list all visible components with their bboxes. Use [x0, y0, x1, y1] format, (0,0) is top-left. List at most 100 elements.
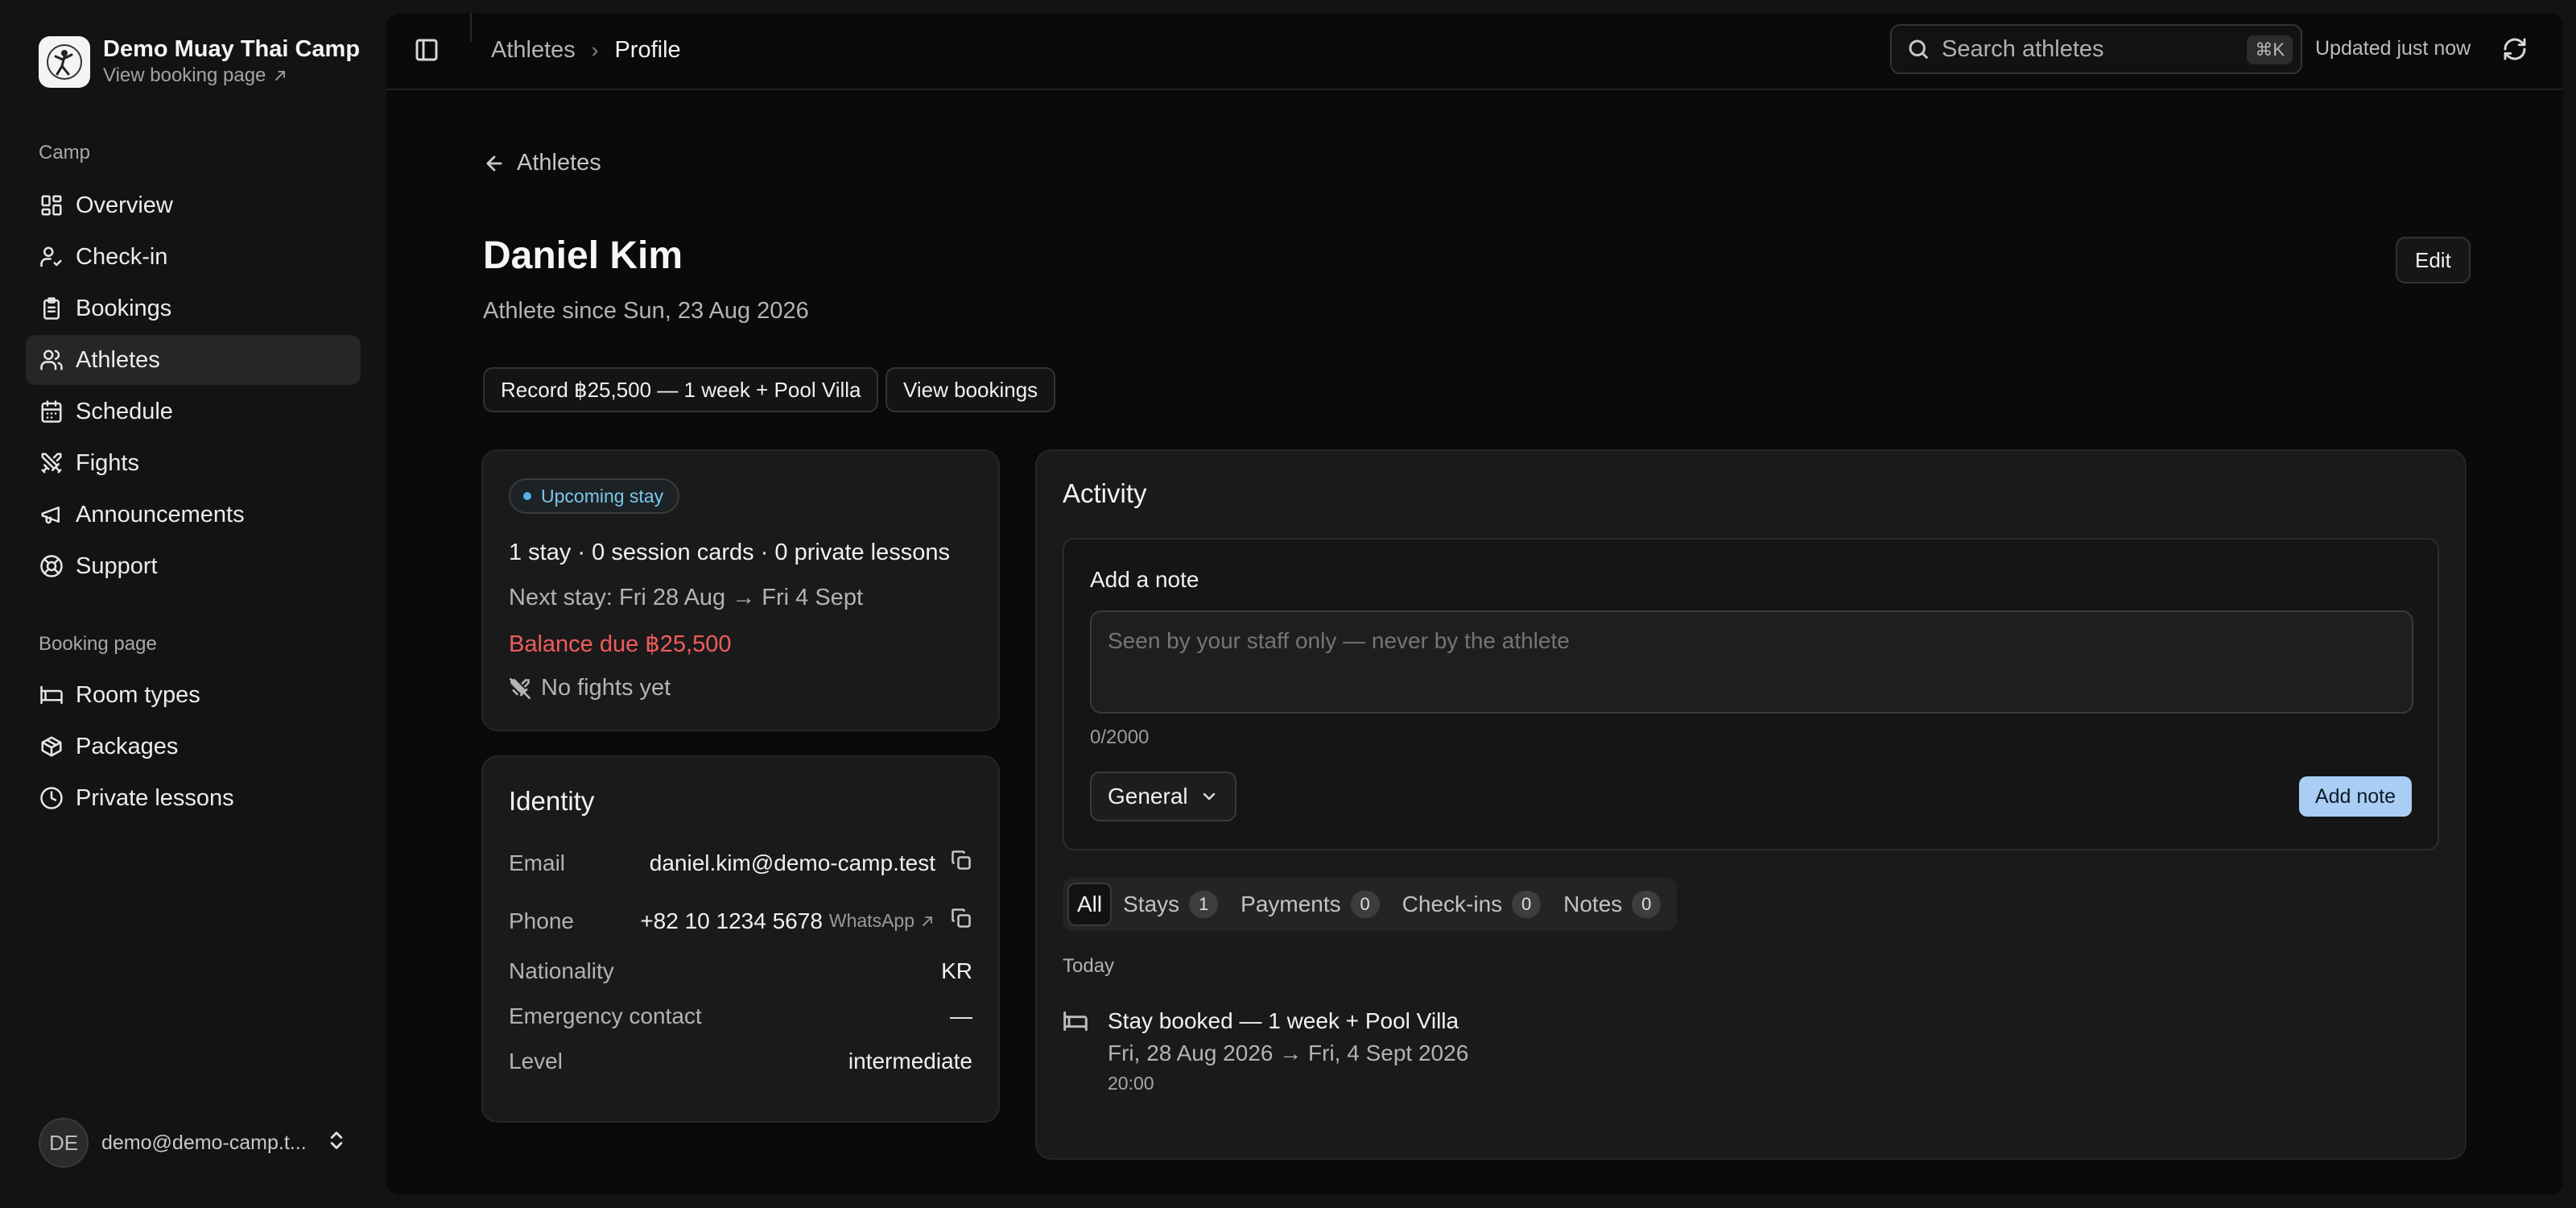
tab-notes[interactable]: Notes 0 [1552, 883, 1672, 926]
view-booking-page-link[interactable]: View booking page [103, 63, 360, 89]
section-label-booking-page: Booking page [39, 633, 157, 655]
bed-icon [1063, 1007, 1108, 1095]
activity-item: Stay booked — 1 week + Pool Villa Fri, 2… [1063, 1007, 1468, 1095]
summary-counts: 1 stay · 0 session cards · 0 private les… [509, 540, 951, 565]
status-dot [523, 492, 531, 500]
camp-name: Demo Muay Thai Camp [103, 36, 361, 62]
search-placeholder: Search athletes [1942, 35, 2104, 62]
day-label: Today [1063, 955, 1115, 977]
sidebar-item-check-in[interactable]: Check-in [26, 232, 361, 282]
fights-summary: No fights yet [509, 675, 671, 701]
note-textarea[interactable] [1090, 610, 2413, 714]
nationality-row: Nationality KR [509, 958, 972, 984]
divider [470, 13, 472, 42]
tab-payments[interactable]: Payments 0 [1229, 883, 1391, 926]
add-note-form: Add a note 0/2000 General Add note [1063, 538, 2439, 850]
copy-email-button[interactable] [950, 849, 972, 877]
sidebar-item-label: Room types [76, 681, 200, 708]
copy-icon [952, 908, 971, 928]
sidebar-item-label: Packages [76, 733, 179, 759]
sidebar-item-room-types[interactable]: Room types [26, 670, 361, 720]
balance-due: Balance due ฿25,500 [509, 631, 732, 657]
package-icon [39, 734, 64, 759]
activity-item-time: 20:00 [1108, 1073, 1154, 1094]
tab-check-ins[interactable]: Check-ins 0 [1391, 883, 1552, 926]
status-badge-label: Upcoming stay [541, 485, 664, 507]
breadcrumb-current: Profile [614, 37, 681, 63]
users-icon [39, 347, 64, 373]
external-link-icon [923, 916, 932, 926]
sidebar-item-label: Announcements [76, 501, 245, 527]
back-link-label: Athletes [517, 150, 601, 176]
sidebar-item-fights[interactable]: Fights [26, 438, 361, 488]
add-note-title: Add a note [1090, 567, 1199, 592]
back-to-athletes-link[interactable]: Athletes [483, 150, 601, 176]
identity-card: Identity Email daniel.kim@demo-camp.test… [481, 755, 1000, 1123]
emergency-contact-label: Emergency contact [509, 1003, 702, 1028]
sidebar-item-overview[interactable]: Overview [26, 180, 361, 230]
breadcrumb-athletes-link[interactable]: Athletes [491, 37, 576, 64]
status-badge: Upcoming stay [509, 478, 680, 514]
activity-card: Activity Add a note 0/2000 General Add n… [1035, 449, 2467, 1160]
sidebar-item-schedule[interactable]: Schedule [26, 387, 361, 436]
external-link-icon [275, 71, 286, 81]
main-panel: Athletes › Profile Search athletes ⌘K Up… [386, 13, 2563, 1195]
tab-count: 0 [1512, 891, 1542, 918]
chevrons-up-down-icon [325, 1129, 348, 1157]
sidebar-toggle-button[interactable] [414, 37, 443, 66]
swords-icon [39, 450, 64, 476]
level-label: Level [509, 1049, 563, 1074]
search-input[interactable]: Search athletes ⌘K [1890, 24, 2302, 74]
updated-status: Updated just now [2315, 37, 2471, 60]
refresh-button[interactable] [2502, 36, 2528, 68]
tab-all[interactable]: All [1067, 883, 1113, 926]
user-check-icon [39, 244, 64, 270]
sidebar-item-label: Athletes [76, 346, 160, 373]
search-icon [1909, 39, 1929, 60]
sidebar-item-label: Check-in [76, 243, 168, 270]
record-payment-button[interactable]: Record ฿25,500 — 1 week + Pool Villa [483, 367, 879, 412]
lifebuoy-icon [39, 553, 64, 579]
activity-item-dates: Fri, 28 Aug 2026 → Fri, 4 Sept 2026 [1108, 1040, 1469, 1065]
sidebar-item-label: Support [76, 552, 158, 579]
copy-icon [952, 850, 971, 870]
level-row: Level intermediate [509, 1049, 972, 1074]
chevron-down-icon [1203, 792, 1215, 801]
sidebar-item-support[interactable]: Support [26, 541, 361, 591]
sidebar-item-bookings[interactable]: Bookings [26, 283, 361, 333]
sidebar-item-announcements[interactable]: Announcements [26, 490, 361, 540]
sidebar-item-label: Fights [76, 449, 139, 476]
camp-header[interactable]: Demo Muay Thai Camp View booking page [39, 35, 360, 89]
activity-tabs: All Stays 1 Payments 0 Check-ins 0 Notes 0 [1063, 878, 1678, 931]
section-label-camp: Camp [39, 142, 91, 163]
whatsapp-label: WhatsApp [828, 910, 914, 931]
tab-stays[interactable]: Stays 1 [1112, 883, 1229, 926]
whatsapp-link[interactable]: WhatsApp [829, 910, 935, 932]
sidebar-item-label: Bookings [76, 295, 172, 321]
tab-count: 1 [1189, 891, 1219, 918]
dashboard-icon [39, 192, 64, 218]
fights-label: No fights yet [541, 675, 671, 701]
sidebar-item-private-lessons[interactable]: Private lessons [26, 773, 361, 823]
next-stay: Next stay: Fri 28 Aug → Fri 4 Sept [509, 585, 863, 610]
view-bookings-button[interactable]: View bookings [886, 367, 1056, 412]
add-note-button[interactable]: Add note [2298, 776, 2412, 817]
sidebar-item-packages[interactable]: Packages [26, 722, 361, 772]
phone-value: +82 10 1234 5678 [640, 908, 823, 933]
tab-count: 0 [1350, 891, 1380, 918]
sidebar: Demo Muay Thai Camp View booking page Ca… [0, 0, 378, 1208]
note-category-select[interactable]: General [1090, 772, 1236, 821]
sidebar-item-label: Schedule [76, 398, 173, 424]
level-value: intermediate [848, 1049, 972, 1074]
sidebar-item-athletes[interactable]: Athletes [26, 335, 361, 385]
topbar: Athletes › Profile Search athletes ⌘K Up… [386, 13, 2563, 90]
megaphone-icon [39, 502, 64, 527]
copy-phone-button[interactable] [950, 907, 972, 935]
arrow-left-icon [486, 155, 502, 172]
user-menu[interactable]: DE demo@demo-camp.t... [39, 1118, 348, 1168]
summary-card: Upcoming stay 1 stay · 0 session cards ·… [481, 449, 1000, 731]
calendar-icon [39, 399, 64, 424]
edit-button[interactable]: Edit [2396, 237, 2471, 283]
refresh-icon [2504, 38, 2526, 60]
chevron-right-icon: › [591, 38, 599, 62]
